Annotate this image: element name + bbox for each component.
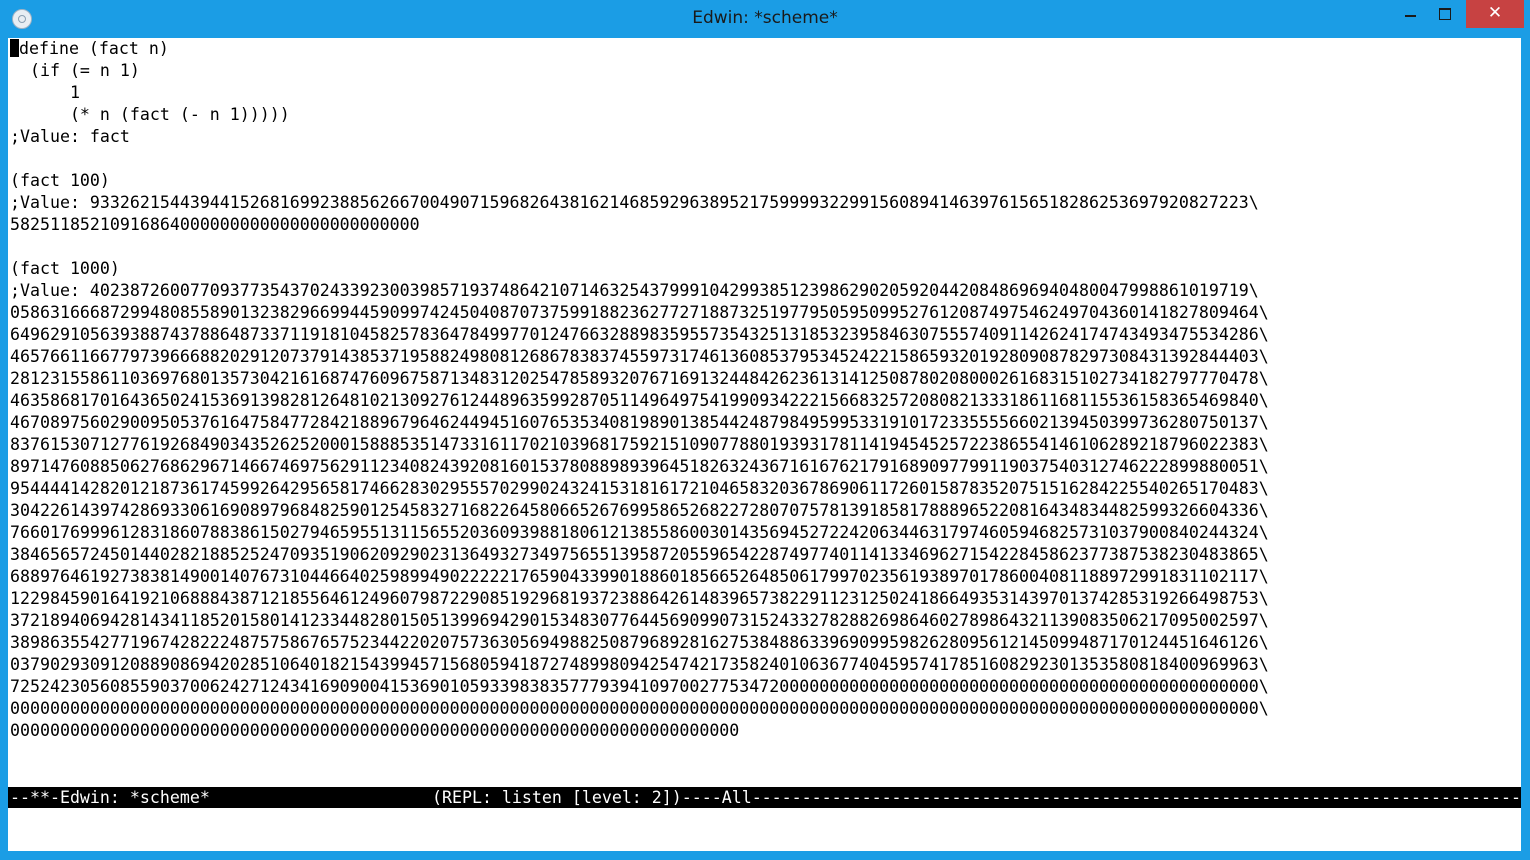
- title-bar[interactable]: Edwin: *scheme* ✕: [0, 0, 1530, 38]
- mode-line-buffer-status: --**-Edwin: *scheme*: [10, 788, 210, 807]
- window-title: Edwin: *scheme*: [692, 8, 838, 28]
- minimize-button[interactable]: [1397, 0, 1425, 28]
- maximize-button[interactable]: [1430, 0, 1460, 28]
- minimize-icon: [1405, 15, 1416, 17]
- application-window: Edwin: *scheme* ✕ define (fact n) (if (=…: [0, 0, 1530, 860]
- mode-line-mode-info: (REPL: listen [level: 2])----All--------…: [432, 788, 1521, 807]
- editor-area: define (fact n) (if (= n 1) 1 (* n (fact…: [8, 38, 1521, 851]
- maximize-icon: [1439, 8, 1451, 20]
- scheme-buffer[interactable]: define (fact n) (if (= n 1) 1 (* n (fact…: [10, 38, 1521, 786]
- close-button[interactable]: ✕: [1466, 0, 1524, 28]
- text-cursor: [10, 39, 19, 57]
- close-icon: ✕: [1487, 3, 1503, 23]
- minibuffer[interactable]: [8, 808, 1521, 851]
- mode-line: --**-Edwin: *scheme* (REPL: listen [leve…: [8, 787, 1521, 808]
- buffer-text: define (fact n) (if (= n 1) 1 (* n (fact…: [10, 39, 1269, 740]
